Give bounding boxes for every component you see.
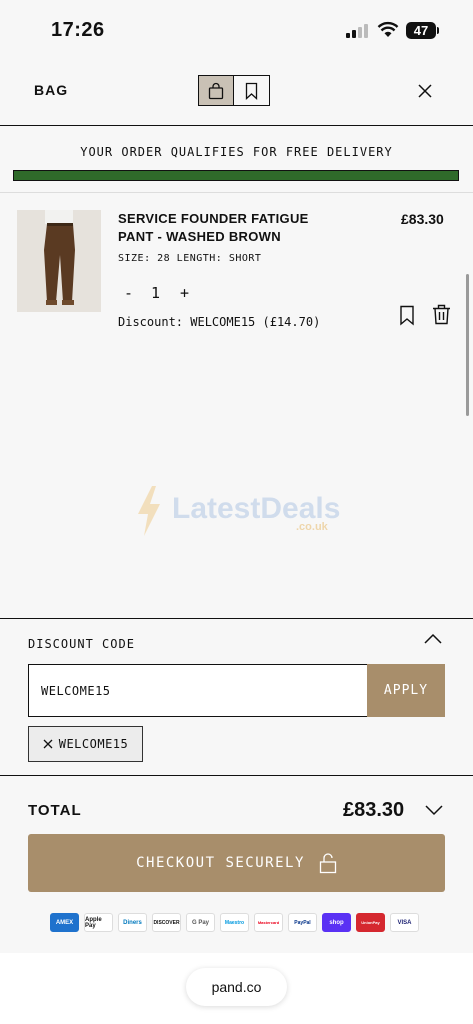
apply-button[interactable]: APPLY [367, 664, 445, 717]
watermark-subtext: .co.uk [296, 521, 328, 533]
battery-tip [437, 27, 439, 34]
total-label: TOTAL [28, 802, 82, 819]
checkout-label: CHECKOUT SECURELY [136, 855, 305, 871]
bookmark-icon [245, 82, 258, 100]
remove-discount-icon[interactable] [43, 739, 53, 749]
wishlist-tab[interactable] [234, 76, 269, 105]
applied-discount-code: WELCOME15 [58, 737, 129, 751]
cellular-signal-icon [346, 24, 370, 38]
delivery-progress-fill [14, 171, 458, 180]
delivery-progress-bar [13, 170, 459, 181]
status-time: 17:26 [51, 19, 105, 41]
apple-pay-icon: Apple Pay [84, 913, 113, 932]
free-delivery-message: YOUR ORDER QUALIFIES FOR FREE DELIVERY [80, 145, 393, 159]
discount-divider [0, 618, 473, 619]
bag-wishlist-toggle[interactable] [198, 75, 270, 106]
product-image[interactable] [17, 210, 101, 312]
quantity-increase-button[interactable]: + [180, 284, 189, 302]
discover-icon: DISCOVER [152, 913, 181, 932]
chevron-up-icon[interactable] [423, 633, 443, 645]
quantity-decrease-button[interactable]: - [124, 284, 133, 302]
item-discount: Discount: WELCOME15 (£14.70) [118, 315, 321, 329]
bag-tab[interactable] [199, 76, 234, 105]
amex-icon: AMEX [50, 913, 79, 932]
save-for-later-icon[interactable] [399, 305, 415, 326]
close-icon[interactable] [416, 82, 434, 100]
paypal-icon: PayPal [288, 913, 317, 932]
payment-methods: AMEX Apple Pay Diners DISCOVER G Pay Mae… [50, 913, 419, 932]
header-divider [0, 125, 473, 126]
product-photo [17, 210, 101, 312]
google-pay-icon: G Pay [186, 913, 215, 932]
total-divider [0, 775, 473, 776]
unlock-icon [319, 853, 337, 874]
discount-code-input[interactable]: WELCOME15 [28, 664, 368, 717]
shop-pay-icon: shop [322, 913, 351, 932]
diners-icon: Diners [118, 913, 147, 932]
checkout-button[interactable]: CHECKOUT SECURELY [28, 834, 445, 892]
scrollbar[interactable] [466, 274, 469, 416]
product-size-length: SIZE: 28 LENGTH: SHORT [118, 253, 262, 264]
quantity-value: 1 [151, 284, 161, 302]
unionpay-icon: UnionPay [356, 913, 385, 932]
visa-icon: VISA [390, 913, 419, 932]
applied-discount-chip[interactable]: WELCOME15 [28, 726, 143, 762]
discount-code-label: DISCOUNT CODE [28, 637, 135, 651]
shopping-bag-icon [208, 82, 224, 99]
maestro-icon: Maestro [220, 913, 249, 932]
lightning-logo-icon [138, 486, 160, 536]
address-bar[interactable]: pand.co [186, 968, 287, 1006]
wifi-icon [377, 21, 399, 37]
mastercard-icon: Mastercard [254, 913, 283, 932]
page-title: BAG [34, 82, 69, 98]
product-price: £83.30 [401, 211, 444, 227]
battery-icon: 47 [406, 22, 436, 39]
total-value: £83.30 [343, 799, 405, 821]
trash-icon[interactable] [432, 304, 451, 325]
chevron-down-icon[interactable] [424, 804, 444, 816]
delivery-divider [0, 192, 473, 193]
product-name[interactable]: SERVICE FOUNDER FATIGUE PANT - WASHED BR… [118, 210, 348, 246]
